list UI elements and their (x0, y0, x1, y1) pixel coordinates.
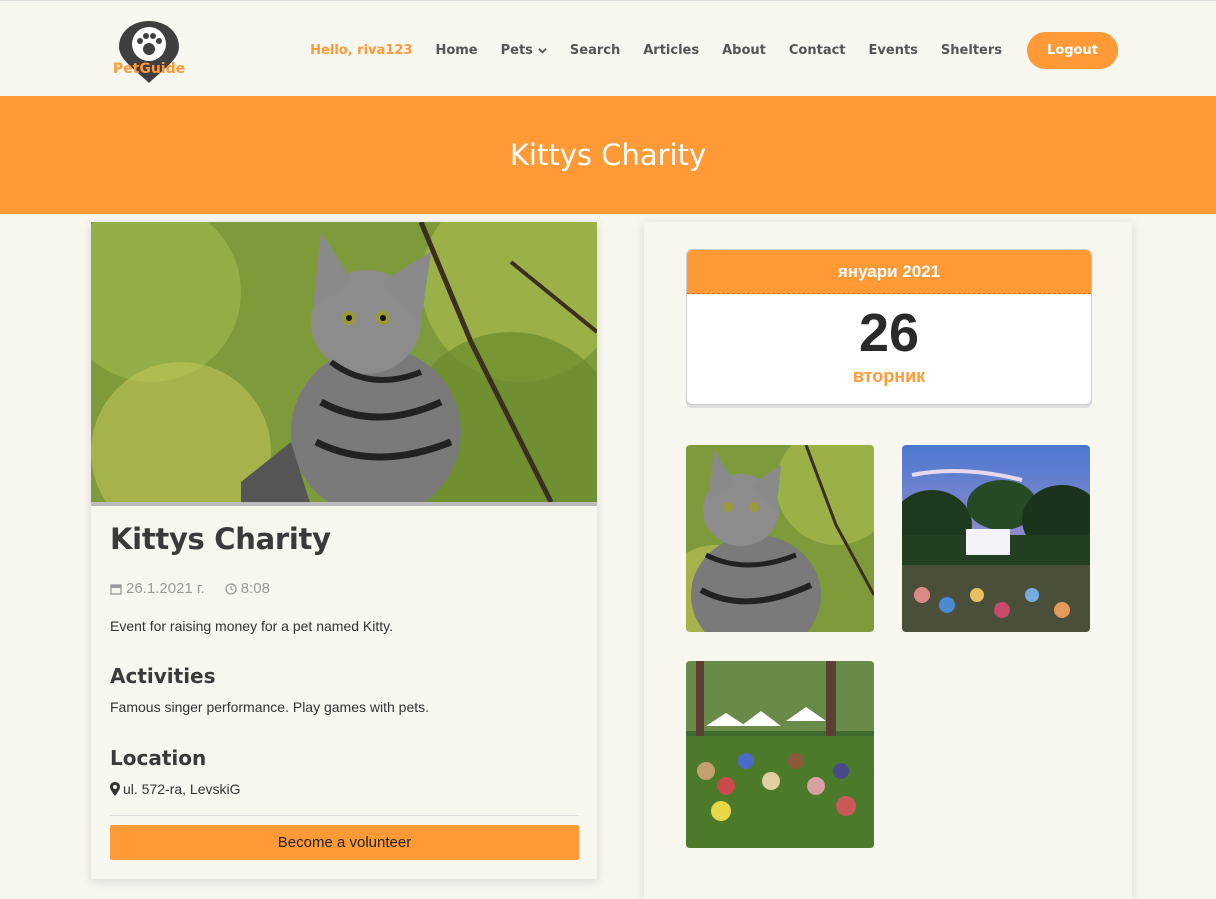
calendar-widget: януари 2021 26 вторник (686, 249, 1092, 405)
event-title: Kittys Charity (110, 522, 331, 556)
location-heading: Location (110, 746, 207, 770)
calendar-weekday: вторник (852, 366, 926, 386)
event-meta: 26.1.2021 г. 8:08 (110, 580, 290, 597)
event-date: 26.1.2021 г. (126, 580, 205, 597)
calendar-icon (110, 583, 122, 595)
nav-search[interactable]: Search (570, 43, 620, 58)
nav-events[interactable]: Events (869, 43, 918, 58)
svg-text:PetGuide: PetGuide (113, 61, 185, 77)
event-side-panel: януари 2021 26 вторник (644, 222, 1132, 899)
nav-contact[interactable]: Contact (789, 43, 846, 58)
nav-pets-label: Pets (500, 43, 533, 58)
petguide-logo[interactable]: PetGuide (106, 19, 192, 85)
activities-heading: Activities (110, 664, 216, 688)
event-date-group: 26.1.2021 г. (110, 580, 205, 597)
page-banner: Kittys Charity (0, 96, 1216, 214)
event-description: Event for raising money for a pet named … (110, 618, 393, 634)
map-marker-icon (110, 782, 120, 796)
logout-button[interactable]: Logout (1027, 32, 1118, 69)
page-title: Kittys Charity (509, 138, 707, 172)
main-nav: Hello, riva123 Home Pets Search Articles… (310, 32, 1118, 69)
chevron-down-icon (538, 48, 547, 54)
gallery-thumb-park-crowd[interactable] (686, 661, 874, 848)
nav-shelters[interactable]: Shelters (941, 43, 1002, 58)
nav-about[interactable]: About (722, 43, 766, 58)
nav-home[interactable]: Home (435, 43, 477, 58)
event-time-group: 8:08 (225, 580, 270, 597)
activities-text: Famous singer performance. Play games wi… (110, 699, 430, 715)
location-text: ul. 572-ra, LevskiG (123, 781, 241, 797)
clock-icon (225, 582, 237, 595)
calendar-day: 26 (858, 303, 920, 363)
nav-articles[interactable]: Articles (643, 43, 699, 58)
event-time: 8:08 (240, 580, 270, 597)
divider (110, 815, 579, 816)
gallery-thumb-outdoor-cinema[interactable] (902, 445, 1090, 632)
event-cover-image (91, 222, 597, 506)
event-card: Kittys Charity 26.1.2021 г. 8:08 Event f… (91, 222, 597, 879)
nav-pets[interactable]: Pets (501, 43, 547, 58)
user-greeting[interactable]: Hello, riva123 (310, 43, 412, 58)
calendar-month: януари 2021 (687, 250, 1091, 294)
site-header: PetGuide Hello, riva123 Home Pets Search… (0, 0, 1216, 97)
location-line: ul. 572-ra, LevskiG (110, 781, 241, 797)
become-volunteer-button[interactable]: Become a volunteer (110, 825, 579, 860)
gallery-thumb-cat[interactable] (686, 445, 874, 632)
